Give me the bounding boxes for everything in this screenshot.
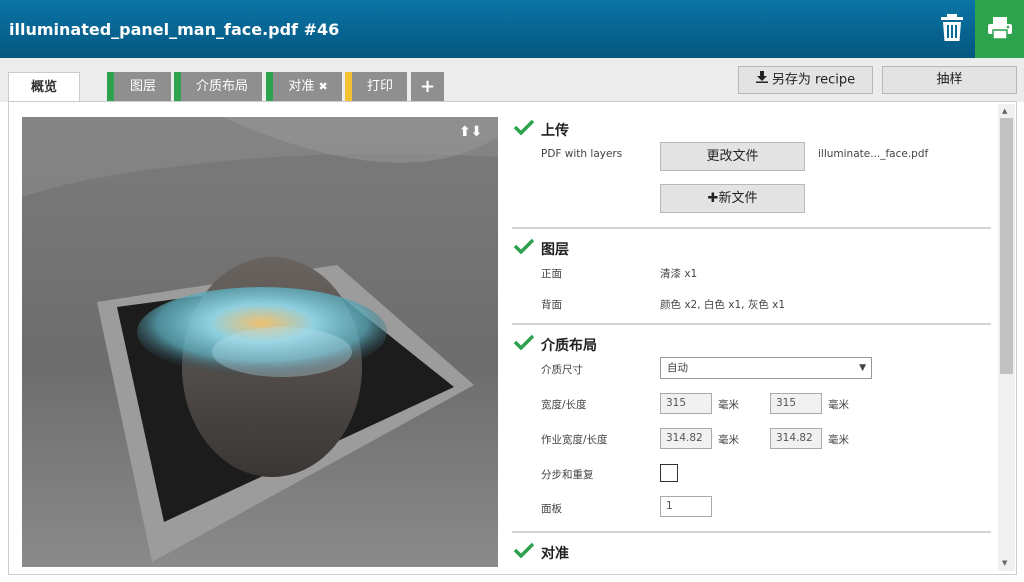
length-unit: 毫米	[828, 399, 849, 411]
pdf-type-label: PDF with layers	[541, 148, 623, 160]
length-input[interactable]: 315	[770, 393, 822, 414]
alignment-heading: 对准	[541, 546, 569, 562]
tab-media-layout-label: 介质布局	[195, 79, 248, 94]
3d-preview[interactable]	[22, 117, 498, 567]
back-value: 颜色 x2, 白色 x1, 灰色 x1	[660, 299, 786, 311]
check-icon	[514, 119, 534, 135]
width-input[interactable]: 315	[660, 393, 712, 414]
job-length-input[interactable]: 314.82	[770, 428, 822, 449]
scroll-down-icon[interactable]: ▼	[1002, 559, 1007, 567]
caret-down-icon: ▼	[859, 363, 866, 373]
save-recipe-label: 另存为 recipe	[771, 72, 856, 88]
tab-print-label: 打印	[366, 79, 393, 94]
trash-icon[interactable]	[938, 13, 966, 43]
scrollbar[interactable]: ▲ ▼	[998, 104, 1015, 571]
filename: illuminate..._face.pdf	[818, 148, 929, 160]
divider	[512, 531, 991, 533]
scroll-up-icon[interactable]: ▲	[1002, 107, 1007, 115]
change-file-button[interactable]: 更改文件	[660, 142, 805, 171]
sample-button[interactable]: 抽样	[882, 66, 1017, 94]
preview-render	[22, 117, 498, 562]
width-length-label: 宽度/长度	[541, 399, 587, 411]
upload-heading: 上传	[541, 123, 569, 139]
panel-input[interactable]: 1	[660, 496, 712, 517]
job-title: illuminated_panel_man_face.pdf #46	[9, 20, 340, 39]
new-file-button[interactable]: ✚新文件	[660, 184, 805, 213]
divider	[512, 227, 991, 229]
tab-layers[interactable]: 图层	[107, 72, 171, 101]
front-label: 正面	[541, 268, 562, 280]
settings-panel: 上传 PDF with layers 更改文件 illuminate..._fa…	[512, 113, 994, 573]
check-icon	[514, 238, 534, 254]
panel-label: 面板	[541, 503, 562, 515]
front-value: 清漆 x1	[660, 268, 698, 280]
save-recipe-button[interactable]: 另存为 recipe	[738, 66, 873, 94]
step-repeat-checkbox[interactable]	[660, 464, 678, 482]
add-tab-button[interactable]: +	[411, 72, 444, 101]
plus-icon: +	[419, 76, 436, 97]
tab-layers-label: 图层	[129, 79, 156, 94]
close-icon[interactable]: ✖	[318, 80, 327, 93]
download-icon	[755, 67, 768, 93]
width-unit: 毫米	[718, 399, 739, 411]
print-button[interactable]	[975, 0, 1024, 58]
media-size-value: 自动	[667, 362, 688, 374]
tab-media-layout[interactable]: 介质布局	[174, 72, 262, 101]
layers-heading: 图层	[541, 242, 569, 258]
step-repeat-label: 分步和重复	[541, 469, 594, 481]
new-file-label: 新文件	[718, 191, 758, 206]
back-label: 背面	[541, 299, 562, 311]
job-length-unit: 毫米	[828, 434, 849, 446]
scroll-thumb[interactable]	[1000, 118, 1013, 374]
tab-alignment-label: 对准	[288, 79, 315, 94]
top-bar: illuminated_panel_man_face.pdf #46	[0, 0, 1024, 58]
tab-print[interactable]: 打印	[345, 72, 407, 101]
plus-icon: ✚	[707, 191, 719, 206]
check-icon	[514, 542, 534, 558]
tab-overview-label: 概览	[30, 80, 57, 95]
printer-icon	[988, 17, 1012, 40]
check-icon	[514, 334, 534, 350]
divider	[512, 323, 991, 325]
job-width-unit: 毫米	[718, 434, 739, 446]
job-width-input[interactable]: 314.82	[660, 428, 712, 449]
job-width-length-label: 作业宽度/长度	[541, 434, 608, 446]
view-toggle-arrows[interactable]: ⬆⬇	[459, 124, 482, 140]
media-layout-heading: 介质布局	[541, 338, 597, 354]
tab-alignment[interactable]: 对准 ✖	[266, 72, 342, 101]
tab-overview[interactable]: 概览	[8, 72, 80, 103]
media-size-select[interactable]: 自动 ▼	[660, 357, 872, 379]
media-size-label: 介质尺寸	[541, 364, 583, 376]
